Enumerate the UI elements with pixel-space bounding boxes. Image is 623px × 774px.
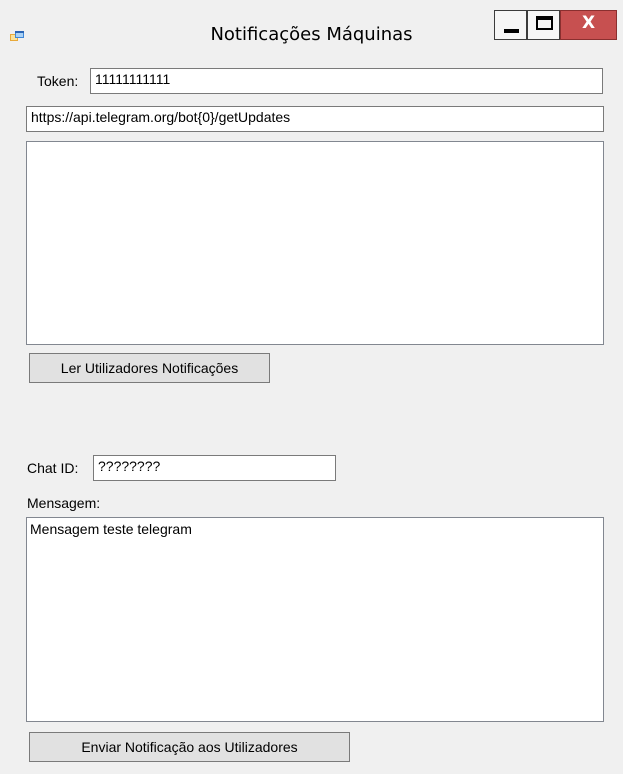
token-input[interactable]: 11111111111 — [90, 68, 603, 94]
send-notification-button[interactable]: Enviar Notificação aos Utilizadores — [29, 732, 350, 762]
minimize-icon — [504, 29, 519, 33]
close-icon: X — [581, 13, 596, 33]
title-bar[interactable]: Notificações Máquinas X — [0, 0, 623, 52]
minimize-button[interactable] — [494, 10, 527, 40]
chat-id-input[interactable]: ???????? — [93, 455, 336, 481]
message-label: Mensagem: — [27, 495, 101, 511]
chat-id-label: Chat ID: — [27, 460, 79, 476]
main-window: Notificações Máquinas X Token: 111111111… — [0, 0, 623, 774]
message-textarea[interactable]: Mensagem teste telegram — [26, 517, 604, 722]
api-url-input[interactable]: https://api.telegram.org/bot{0}/getUpdat… — [26, 106, 604, 132]
token-label: Token: — [37, 73, 79, 89]
read-users-button[interactable]: Ler Utilizadores Notificações — [29, 353, 270, 383]
close-button[interactable]: X — [560, 10, 617, 40]
maximize-button[interactable] — [527, 10, 560, 40]
updates-output-area[interactable] — [26, 141, 604, 345]
maximize-icon — [536, 16, 553, 30]
